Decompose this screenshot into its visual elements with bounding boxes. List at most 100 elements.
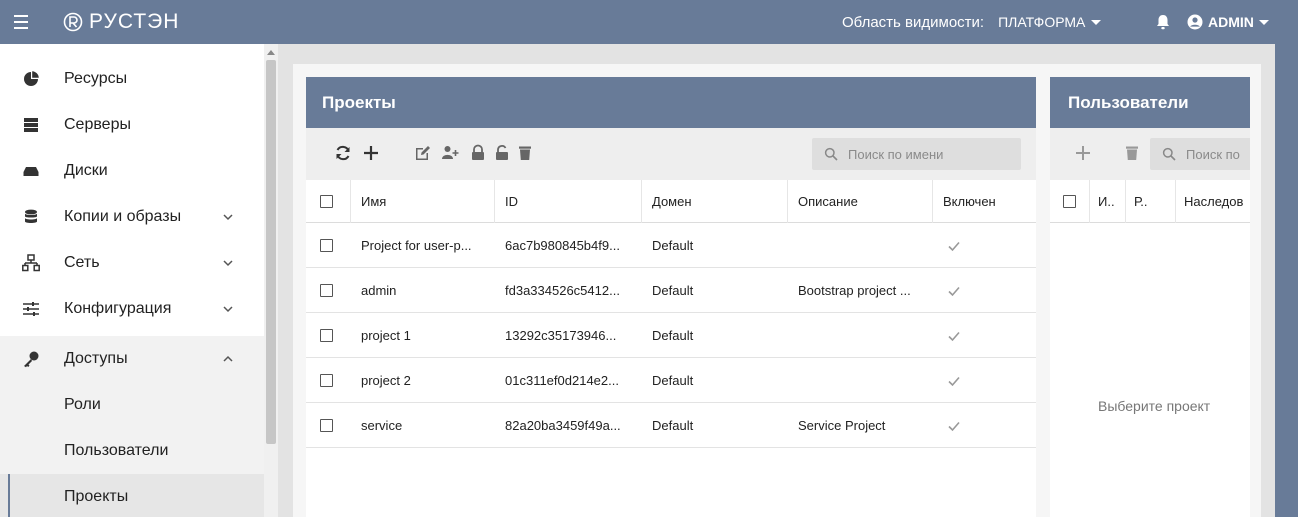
sidebar-item-users[interactable]: Пользователи bbox=[0, 428, 264, 474]
check-icon bbox=[948, 376, 960, 386]
sidebar-item-label: Доступы bbox=[64, 350, 128, 367]
unlock-icon[interactable] bbox=[493, 144, 511, 162]
user-name: ADMIN bbox=[1208, 14, 1254, 30]
menu-icon[interactable] bbox=[8, 9, 34, 35]
add-user-icon[interactable] bbox=[441, 144, 459, 162]
add-icon[interactable] bbox=[362, 144, 380, 162]
key-icon bbox=[24, 351, 39, 368]
chevron-down-icon bbox=[223, 214, 233, 221]
row-select-cell bbox=[306, 223, 351, 268]
user-menu[interactable]: ADMIN bbox=[1187, 0, 1269, 44]
users-title: Пользователи bbox=[1068, 92, 1189, 112]
row-checkbox[interactable] bbox=[320, 284, 333, 297]
sidebar-scrollbar-thumb[interactable] bbox=[266, 60, 276, 444]
col-domain[interactable]: Домен bbox=[642, 180, 788, 223]
cell-domain: Default bbox=[652, 328, 694, 343]
users-toolbar: Поиск по bbox=[1050, 128, 1250, 180]
sidebar-item-label: Копии и образы bbox=[64, 208, 182, 225]
cell-name: admin bbox=[361, 283, 397, 298]
user-avatar-icon bbox=[1187, 14, 1203, 30]
sidebar-item-configuration[interactable]: Конфигурация bbox=[0, 286, 264, 332]
chevron-up-icon bbox=[223, 355, 233, 362]
row-checkbox[interactable] bbox=[320, 374, 333, 387]
col-description[interactable]: Описание bbox=[788, 180, 933, 223]
sidebar-item-access[interactable]: Доступы bbox=[0, 336, 264, 382]
sidebar-item-servers[interactable]: Серверы bbox=[0, 102, 264, 148]
delete-icon[interactable] bbox=[516, 144, 534, 162]
col-name[interactable]: Имя bbox=[351, 180, 495, 223]
row-checkbox[interactable] bbox=[320, 329, 333, 342]
table-row[interactable]: Project for user-p... 6ac7b980845b4f9...… bbox=[306, 223, 1036, 268]
search-icon bbox=[1162, 147, 1176, 161]
sidebar-item-projects[interactable]: Проекты bbox=[0, 474, 264, 517]
cell-name: project 1 bbox=[361, 328, 411, 343]
col-name[interactable]: И.. bbox=[1090, 180, 1126, 223]
row-checkbox[interactable] bbox=[320, 239, 333, 252]
logo-mark-icon bbox=[63, 12, 83, 32]
refresh-icon[interactable] bbox=[334, 144, 352, 162]
select-all-checkbox[interactable] bbox=[320, 195, 333, 208]
edit-icon[interactable] bbox=[414, 144, 432, 162]
sidebar-item-label: Ресурсы bbox=[64, 70, 128, 87]
table-row[interactable]: service 82a20ba3459f49a... Default Servi… bbox=[306, 403, 1036, 448]
check-icon bbox=[948, 421, 960, 431]
lock-icon[interactable] bbox=[469, 144, 487, 162]
cell-domain: Default bbox=[652, 418, 694, 433]
sidebar-item-disks[interactable]: Диски bbox=[0, 148, 264, 194]
scope-label: Область видимости: bbox=[842, 13, 985, 31]
scope-value: ПЛАТФОРМА bbox=[998, 14, 1086, 30]
table-row[interactable]: admin fd3a334526c5412... Default Bootstr… bbox=[306, 268, 1036, 313]
row-select-cell bbox=[306, 268, 351, 313]
users-search-input[interactable]: Поиск по bbox=[1150, 138, 1250, 170]
cell-id: 82a20ba3459f49a... bbox=[505, 418, 621, 433]
cell-enabled bbox=[933, 403, 1036, 448]
scroll-up-arrow-icon[interactable] bbox=[267, 50, 275, 55]
disk-icon bbox=[23, 167, 39, 176]
cell-id: fd3a334526c5412... bbox=[505, 283, 620, 298]
delete-icon[interactable] bbox=[1123, 144, 1141, 162]
row-checkbox[interactable] bbox=[320, 419, 333, 432]
sidebar-item-roles[interactable]: Роли bbox=[0, 382, 264, 428]
projects-toolbar: Поиск по имени bbox=[306, 128, 1036, 180]
top-bar: РУСТЭН Область видимости: ПЛАТФОРМА ADMI… bbox=[0, 0, 1298, 44]
cell-id: 01c311ef0d214e2... bbox=[505, 373, 619, 388]
pie-chart-icon bbox=[24, 71, 39, 86]
database-icon bbox=[25, 209, 37, 223]
sliders-icon bbox=[23, 302, 39, 316]
cell-enabled bbox=[933, 268, 1036, 313]
cell-description bbox=[788, 358, 933, 403]
chevron-down-icon bbox=[223, 260, 233, 267]
network-icon bbox=[22, 254, 40, 272]
cell-id: 6ac7b980845b4f9... bbox=[505, 238, 620, 253]
col-inherited[interactable]: Наследов bbox=[1176, 180, 1250, 223]
col-label: Домен bbox=[652, 194, 692, 209]
sidebar-item-network[interactable]: Сеть bbox=[0, 240, 264, 286]
select-all-cell bbox=[306, 180, 351, 223]
sidebar-item-backups-images[interactable]: Копии и образы bbox=[0, 194, 264, 240]
projects-search-input[interactable]: Поиск по имени bbox=[812, 138, 1021, 170]
cell-description bbox=[788, 313, 933, 358]
table-row[interactable]: project 2 01c311ef0d214e2... Default bbox=[306, 358, 1036, 403]
sidebar-item-label: Конфигурация bbox=[64, 300, 172, 317]
cell-description: Service Project bbox=[798, 418, 886, 433]
right-edge-strip bbox=[1275, 44, 1298, 517]
search-placeholder: Поиск по имени bbox=[848, 146, 944, 162]
col-id[interactable]: ID bbox=[495, 180, 642, 223]
cell-domain: Default bbox=[652, 283, 694, 298]
search-icon bbox=[824, 147, 838, 161]
logo[interactable]: РУСТЭН bbox=[63, 6, 179, 38]
add-icon[interactable] bbox=[1074, 144, 1092, 162]
col-enabled[interactable]: Включен bbox=[933, 180, 1036, 223]
sidebar-item-resources[interactable]: Ресурсы bbox=[0, 56, 264, 102]
cell-name: Project for user-p... bbox=[361, 238, 472, 253]
scope-dropdown[interactable]: ПЛАТФОРМА bbox=[998, 14, 1102, 30]
cell-description: Bootstrap project ... bbox=[798, 283, 911, 298]
table-row[interactable]: project 1 13292c35173946... Default bbox=[306, 313, 1036, 358]
select-all-cell bbox=[1050, 180, 1090, 223]
select-all-checkbox[interactable] bbox=[1063, 195, 1076, 208]
bell-icon[interactable] bbox=[1154, 13, 1172, 31]
sidebar-item-label: Диски bbox=[64, 162, 108, 179]
sidebar-item-label: Сеть bbox=[64, 254, 100, 271]
cell-name: service bbox=[361, 418, 403, 433]
col-role[interactable]: Р.. bbox=[1126, 180, 1176, 223]
